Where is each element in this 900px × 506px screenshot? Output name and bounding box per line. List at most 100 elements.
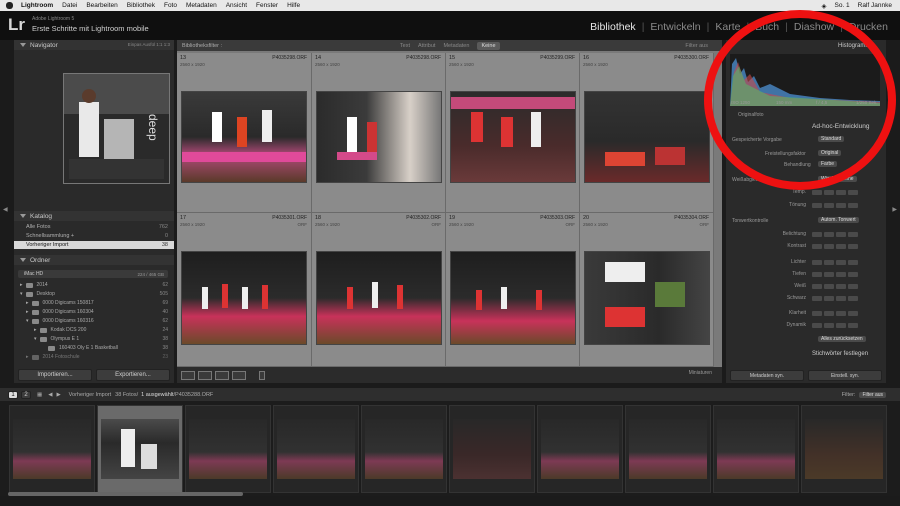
slider-buttons[interactable] [812, 232, 860, 237]
clock[interactable]: So. 1 [834, 2, 849, 9]
catalog-item-previous-import[interactable]: Vorheriger Import 38 [14, 241, 174, 249]
catalog-header[interactable]: Katalog [14, 211, 174, 221]
filmstrip-thumbnail[interactable] [537, 405, 623, 493]
slider-buttons[interactable] [812, 260, 860, 265]
volume-bar[interactable]: iMac HD 224 / 465 GB [18, 270, 168, 278]
filmstrip-filter-select[interactable]: Filter aus [859, 391, 886, 398]
expand-icon[interactable]: ▾ [26, 318, 29, 324]
expand-icon[interactable]: ▸ [26, 354, 29, 360]
slider-buttons[interactable] [812, 323, 860, 328]
grid-cell[interactable]: 14 P4035298.ORF 2560 x 1920 [312, 53, 446, 213]
expand-icon[interactable]: ▾ [20, 291, 23, 297]
user-name[interactable]: Ralf Jannke [858, 2, 892, 9]
slider-buttons[interactable] [812, 284, 860, 289]
grid-cell[interactable]: 13 P4035298.ORF 2560 x 1920 [177, 53, 312, 213]
slider-buttons[interactable] [812, 244, 860, 249]
auto-tone-button[interactable]: Autom. Tonwert [818, 217, 859, 223]
folder-row[interactable]: ▾ Olympus E 1 38 [14, 335, 174, 343]
thumbnail[interactable] [450, 91, 576, 183]
filter-tab-none[interactable]: Keine [477, 41, 500, 50]
filmstrip-thumbnail[interactable] [9, 405, 95, 493]
folder-row[interactable]: ▸ 0000 Digicams 150817 69 [14, 299, 174, 307]
grid-cell[interactable]: 19 P4035303.ORF 2560 x 1920 ORF [446, 213, 580, 367]
grid-cell[interactable]: 15 P4035299.ORF 2560 x 1920 [446, 53, 580, 213]
import-button[interactable]: Importieren... [18, 369, 92, 381]
filter-preset[interactable]: Filter aus [685, 43, 708, 49]
filter-tab-metadata[interactable]: Metadaten [443, 43, 469, 49]
source-label[interactable]: Vorheriger Import [69, 392, 112, 398]
sync-settings-button[interactable]: Einstell. syn. [808, 370, 882, 381]
thumbnail[interactable] [316, 251, 442, 345]
thumbnail[interactable] [584, 251, 710, 345]
spray-can-icon[interactable] [259, 370, 265, 380]
forward-arrow-icon[interactable]: ▶ [56, 392, 60, 398]
window-1-button[interactable]: 1 [8, 390, 18, 399]
thumbnail[interactable] [584, 91, 710, 183]
compare-view-icon[interactable] [215, 370, 229, 380]
expand-icon[interactable]: ▸ [20, 282, 23, 288]
menu-bibliothek[interactable]: Bibliothek [127, 2, 155, 9]
menu-fenster[interactable]: Fenster [256, 2, 278, 9]
menu-hilfe[interactable]: Hilfe [287, 2, 300, 9]
filmstrip-thumbnail[interactable] [801, 405, 887, 493]
thumbnail-size-label[interactable]: Miniaturen [689, 370, 712, 376]
catalog-item-quick[interactable]: Schnellsammlung + 0 [14, 232, 174, 240]
filmstrip-thumbnail-selected[interactable] [97, 405, 183, 493]
filmstrip-thumbnail[interactable] [361, 405, 447, 493]
expand-icon[interactable]: ▸ [26, 309, 29, 315]
folder-row[interactable]: ▸ Kodak DCS 200 24 [14, 326, 174, 334]
grid-view-icon[interactable] [181, 370, 195, 380]
filter-tab-text[interactable]: Text [400, 43, 410, 49]
slider-buttons[interactable] [812, 272, 860, 277]
filmstrip-thumbnail[interactable] [273, 405, 359, 493]
filmstrip-thumbnail[interactable] [713, 405, 799, 493]
filter-tab-attribute[interactable]: Attribut [418, 43, 435, 49]
reset-all-button[interactable]: Alles zurücksetzen [818, 336, 866, 342]
window-2-button[interactable]: 2 [21, 390, 31, 399]
activity-title[interactable]: Erste Schritte mit Lightroom mobile [32, 24, 149, 33]
module-entwickeln[interactable]: Entwickeln [650, 21, 700, 33]
folders-header[interactable]: Ordner [14, 255, 174, 265]
thumbnail[interactable] [181, 91, 307, 183]
grid-icon[interactable]: ▦ [37, 392, 42, 398]
back-arrow-icon[interactable]: ◀ [48, 392, 52, 398]
filmstrip-scrollbar[interactable] [8, 492, 243, 496]
slider-buttons[interactable] [812, 190, 860, 195]
survey-view-icon[interactable] [232, 370, 246, 380]
grid-cell[interactable]: 18 P4035302.ORF 2560 x 1920 ORF [312, 213, 446, 367]
menu-ansicht[interactable]: Ansicht [226, 2, 247, 9]
module-bibliothek[interactable]: Bibliothek [590, 21, 636, 33]
grid-cell[interactable]: 16 P4035300.ORF 2560 x 1920 [580, 53, 714, 213]
sync-metadata-button[interactable]: Metadaten syn. [730, 370, 804, 381]
expand-icon[interactable]: ▾ [34, 336, 37, 342]
keywording-title[interactable]: Stichwörter festlegen [812, 351, 868, 357]
folder-row[interactable]: ▾ 0000 Digicams 160316 62 [14, 317, 174, 325]
folder-row[interactable]: ▾ Desktop 505 [14, 290, 174, 298]
menu-foto[interactable]: Foto [164, 2, 177, 9]
slider-buttons[interactable] [812, 296, 860, 301]
expand-icon[interactable]: ▸ [34, 327, 37, 333]
folder-row[interactable]: 160403 Oly E 1 Basketball 38 [14, 344, 174, 352]
menu-bearbeiten[interactable]: Bearbeiten [86, 2, 117, 9]
grid-cell[interactable]: 20 P4035304.ORF 2560 x 1920 ORF [580, 213, 714, 367]
export-button[interactable]: Exportieren... [96, 369, 170, 381]
thumbnail[interactable] [450, 251, 576, 345]
navigator-zoom-options[interactable]: Einpas Ausfül 1:1 1:3 [128, 42, 170, 47]
thumbnail[interactable] [181, 251, 307, 345]
expand-icon[interactable]: ▸ [26, 300, 29, 306]
catalog-item-all[interactable]: Alle Fotos 762 [14, 223, 174, 231]
grid-cell[interactable]: 17 P4035301.ORF 2560 x 1920 ORF [177, 213, 312, 367]
apple-icon[interactable] [6, 2, 13, 9]
navigator-preview[interactable]: deep [63, 73, 170, 184]
navigator-header[interactable]: Navigator Einpas Ausfül 1:1 1:3 [14, 40, 174, 50]
filmstrip-thumbnail[interactable] [449, 405, 535, 493]
menu-metadaten[interactable]: Metadaten [186, 2, 217, 9]
folder-row[interactable]: ▸ 2014 Fotoschule 23 [14, 353, 174, 361]
thumbnail[interactable] [316, 91, 442, 183]
menu-app[interactable]: Lightroom [21, 2, 53, 9]
left-panel-toggle-icon[interactable]: ◀ [3, 206, 8, 213]
right-panel-toggle-icon[interactable]: ▶ [892, 206, 897, 213]
filmstrip-thumbnail[interactable] [185, 405, 271, 493]
slider-buttons[interactable] [812, 311, 860, 316]
slider-buttons[interactable] [812, 203, 860, 208]
